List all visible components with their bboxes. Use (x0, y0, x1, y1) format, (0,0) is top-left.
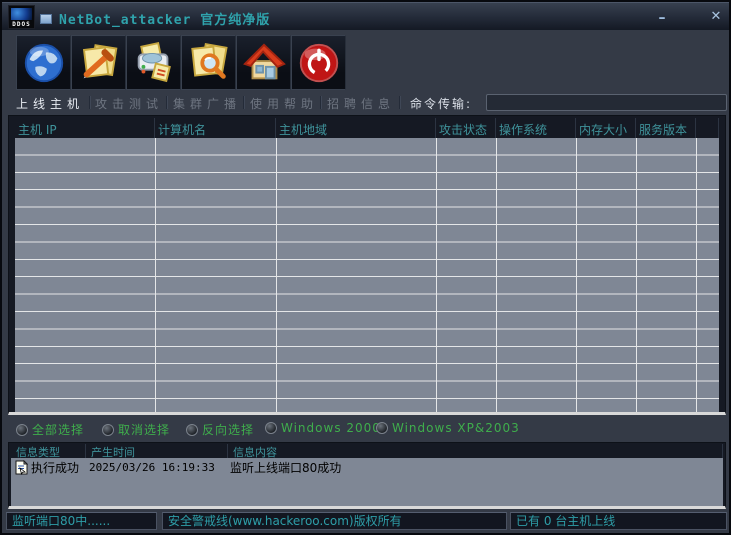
window-title: NetBot_attacker 官方纯净版 (59, 9, 270, 28)
menu-item-cluster-broadcast[interactable]: 集群广播 (173, 95, 241, 112)
radio-icon[interactable] (376, 422, 388, 434)
toolbar (16, 35, 346, 90)
info-content-cell: 监听上线端口80成功 (230, 459, 723, 476)
radio-invert-select[interactable]: 反向选择 (186, 421, 254, 438)
radio-cancel-select[interactable]: 取消选择 (102, 421, 170, 438)
radio-icon[interactable] (102, 424, 114, 436)
printer-icon (131, 40, 177, 86)
radio-label: 反向选择 (202, 421, 254, 438)
radio-label: Windows 2000 (281, 421, 381, 435)
home-icon (241, 40, 287, 86)
menu-item-recruit-info[interactable]: 招聘信息 (327, 95, 395, 112)
menu-divider (243, 96, 244, 109)
note-icon (15, 460, 28, 475)
window-badge-icon (40, 14, 52, 24)
netbot-window: DDOS NetBot_attacker 官方纯净版 – ✕ (0, 0, 731, 535)
toolbar-button-home[interactable] (236, 35, 291, 90)
info-table-header: 信息类型 产生时间 信息内容 (11, 444, 723, 458)
status-panel-listening: 监听端口80中...... (6, 512, 157, 530)
column-header-region[interactable]: 主机地域 (276, 118, 436, 138)
command-transfer-label: 命令传输: (410, 95, 472, 112)
radio-windows-2000[interactable]: Windows 2000 (265, 421, 381, 435)
menu-divider (89, 96, 90, 109)
column-header-attack-state[interactable]: 攻击状态 (436, 118, 496, 138)
column-header-service[interactable]: 服务版本 (636, 118, 696, 138)
info-type-cell: 执行成功 (11, 459, 88, 476)
radio-label: 取消选择 (118, 421, 170, 438)
column-header-os[interactable]: 操作系统 (496, 118, 576, 138)
titlebar[interactable]: DDOS NetBot_attacker 官方纯净版 – ✕ (2, 2, 729, 30)
menu-item-online-hosts[interactable]: 上线主机 (16, 95, 84, 112)
column-header-computer[interactable]: 计算机名 (155, 118, 276, 138)
menu-item-attack-test[interactable]: 攻击测试 (95, 95, 163, 112)
radio-label: 全部选择 (32, 421, 84, 438)
edit-pen-icon (76, 40, 122, 86)
selection-row: 全部选择 取消选择 反向选择 Windows 2000 Windows XP&2… (2, 418, 729, 442)
logo-text: DDOS (9, 21, 34, 28)
info-table-body[interactable]: 执行成功 2025/03/26 16:19:33 监听上线端口80成功 (11, 458, 723, 506)
host-table-body[interactable] (15, 138, 719, 412)
info-table: 信息类型 产生时间 信息内容 执行成功 2025/03/26 16:19:33 (8, 442, 726, 509)
toolbar-button-printer[interactable] (126, 35, 181, 90)
globe-icon (21, 40, 67, 86)
statusbar: 监听端口80中...... 安全警戒线(www.hackeroo.com)版权所… (2, 512, 729, 531)
column-header-info-type[interactable]: 信息类型 (11, 444, 86, 458)
menu-item-help[interactable]: 使用帮助 (250, 95, 318, 112)
radio-icon[interactable] (16, 424, 28, 436)
info-type-text: 执行成功 (31, 459, 79, 476)
close-button[interactable]: ✕ (704, 5, 728, 27)
host-table: 主机 IP 计算机名 主机地域 攻击状态 操作系统 内存大小 服务版本 (8, 115, 726, 415)
radio-icon[interactable] (186, 424, 198, 436)
menu-divider (399, 96, 400, 109)
search-docs-icon (186, 40, 232, 86)
radio-icon[interactable] (265, 422, 277, 434)
info-time-cell: 2025/03/26 16:19:33 (88, 461, 230, 474)
column-header-time[interactable]: 产生时间 (86, 444, 228, 458)
menu-divider (320, 96, 321, 109)
toolbar-button-edit[interactable] (71, 35, 126, 90)
status-panel-copyright: 安全警戒线(www.hackeroo.com)版权所有 (162, 512, 507, 530)
minimize-button[interactable]: – (650, 5, 674, 27)
column-header-info-content[interactable]: 信息内容 (228, 444, 723, 458)
info-row[interactable]: 执行成功 2025/03/26 16:19:33 监听上线端口80成功 (11, 458, 723, 477)
column-header-filler (696, 118, 719, 138)
column-header-memory[interactable]: 内存大小 (576, 118, 636, 138)
app-logo: DDOS (8, 5, 35, 29)
radio-windows-xp2003[interactable]: Windows XP&2003 (376, 421, 520, 435)
menubar: 上线主机 攻击测试 集群广播 使用帮助 招聘信息 命令传输: (2, 92, 729, 115)
logo-image (11, 8, 32, 20)
column-header-host-ip[interactable]: 主机 IP (15, 118, 155, 138)
radio-label: Windows XP&2003 (392, 421, 520, 435)
toolbar-button-globe[interactable] (16, 35, 71, 90)
radio-select-all[interactable]: 全部选择 (16, 421, 84, 438)
host-table-header: 主机 IP 计算机名 主机地域 攻击状态 操作系统 内存大小 服务版本 (15, 118, 719, 138)
toolbar-button-search[interactable] (181, 35, 236, 90)
status-panel-host-count: 已有 0 台主机上线 (510, 512, 727, 530)
power-icon (296, 40, 342, 86)
command-transfer-input[interactable] (486, 94, 727, 111)
toolbar-button-power[interactable] (291, 35, 346, 90)
menu-divider (166, 96, 167, 109)
